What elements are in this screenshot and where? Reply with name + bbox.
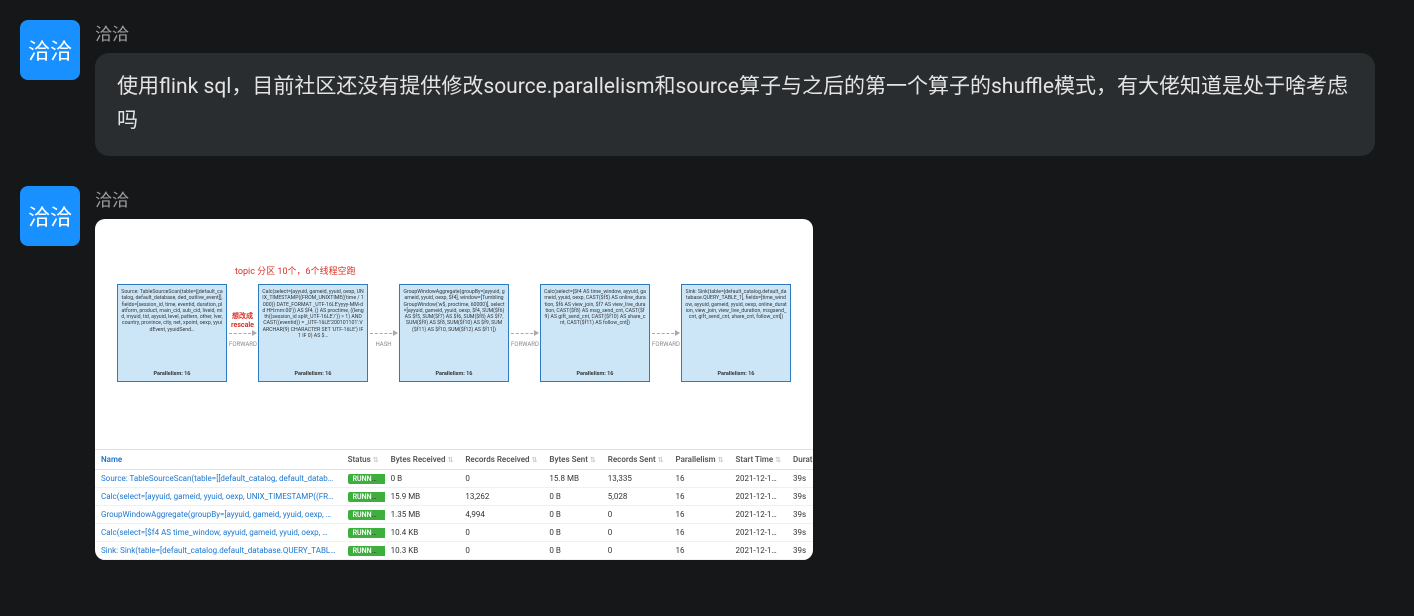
cell-bytes-received: 15.9 MB: [385, 488, 460, 506]
operator-table: Name Status⇅ Bytes Received⇅ Records Rec…: [95, 449, 813, 560]
status-badge: RUNNING: [348, 510, 385, 520]
cell-duration: 39s: [787, 524, 813, 542]
col-name[interactable]: Name: [95, 450, 342, 470]
table-row[interactable]: Sink: Sink(table=[default_catalog.defaul…: [95, 542, 813, 560]
cell-parallelism: 16: [670, 488, 730, 506]
cell-bytes-sent: 0 B: [543, 488, 601, 506]
username[interactable]: 洽洽: [95, 20, 1394, 45]
dag-annotation: topic 分区 10个，6个线程空跑: [235, 264, 356, 277]
status-badge: RUNNING: [348, 474, 385, 484]
dag-edge: FORWARD: [511, 333, 538, 334]
dag-node-source[interactable]: Source: TableSourceScan(table=[[default_…: [117, 284, 227, 382]
cell-parallelism: 16: [670, 542, 730, 560]
dag-edge: 想改成 rescale FORWARD: [229, 333, 256, 334]
col-bytes-received[interactable]: Bytes Received⇅: [385, 450, 460, 470]
cell-bytes-sent: 15.8 MB: [543, 470, 601, 488]
edge-type-label: HASH: [370, 341, 397, 348]
cell-duration: 39s: [787, 488, 813, 506]
cell-records-received: 0: [459, 524, 543, 542]
cell-records-sent: 0: [602, 542, 670, 560]
edge-type-label: FORWARD: [511, 341, 538, 348]
cell-bytes-sent: 0 B: [543, 542, 601, 560]
sort-icon[interactable]: ⇅: [718, 456, 724, 464]
image-attachment[interactable]: topic 分区 10个，6个线程空跑 Source: TableSourceS…: [95, 219, 813, 560]
cell-name[interactable]: Calc(select=[ayyuid, gameid, yyuid, oexp…: [95, 488, 342, 506]
table-row[interactable]: Calc(select=[$f4 AS time_window, ayyuid,…: [95, 524, 813, 542]
col-bytes-sent[interactable]: Bytes Sent⇅: [543, 450, 601, 470]
dag-node-sink[interactable]: Sink: Sink(table=[default_catalog.defaul…: [681, 284, 791, 382]
table-row[interactable]: Source: TableSourceScan(table=[[default_…: [95, 470, 813, 488]
cell-duration: 39s: [787, 470, 813, 488]
cell-start-time: 2021-12-15 16:11:06: [730, 524, 788, 542]
cell-status: RUNNING: [342, 524, 385, 542]
cell-records-sent: 5,028: [602, 488, 670, 506]
table-row[interactable]: Calc(select=[ayyuid, gameid, yyuid, oexp…: [95, 488, 813, 506]
username[interactable]: 洽洽: [95, 186, 1394, 211]
chat-message: 洽洽 洽洽 使用flink sql，目前社区还没有提供修改source.para…: [20, 20, 1394, 156]
cell-parallelism: 16: [670, 470, 730, 488]
cell-name[interactable]: Source: TableSourceScan(table=[[default_…: [95, 470, 342, 488]
cell-name[interactable]: GroupWindowAggregate(groupBy=[ayyuid, ga…: [95, 506, 342, 524]
dag-edge: HASH: [370, 333, 397, 334]
cell-name[interactable]: Calc(select=[$f4 AS time_window, ayyuid,…: [95, 524, 342, 542]
sort-icon[interactable]: ⇅: [447, 456, 453, 464]
cell-duration: 39s: [787, 506, 813, 524]
status-badge: RUNNING: [348, 492, 385, 502]
cell-bytes-sent: 0 B: [543, 524, 601, 542]
table-row[interactable]: GroupWindowAggregate(groupBy=[ayyuid, ga…: [95, 506, 813, 524]
cell-status: RUNNING: [342, 506, 385, 524]
status-badge: RUNNING: [348, 546, 385, 556]
cell-bytes-received: 10.4 KB: [385, 524, 460, 542]
cell-start-time: 2021-12-15 16:11:06: [730, 488, 788, 506]
cell-bytes-received: 10.3 KB: [385, 542, 460, 560]
cell-records-sent: 13,335: [602, 470, 670, 488]
cell-records-received: 0: [459, 542, 543, 560]
cell-records-sent: 0: [602, 506, 670, 524]
col-parallelism[interactable]: Parallelism⇅: [670, 450, 730, 470]
dag-edge: FORWARD: [652, 333, 679, 334]
cell-start-time: 2021-12-15 16:11:06: [730, 506, 788, 524]
cell-name[interactable]: Sink: Sink(table=[default_catalog.defaul…: [95, 542, 342, 560]
sort-icon[interactable]: ⇅: [775, 456, 781, 464]
sort-icon[interactable]: ⇅: [373, 456, 379, 464]
cell-records-received: 0: [459, 470, 543, 488]
cell-start-time: 2021-12-15 16:11:06: [730, 470, 788, 488]
cell-status: RUNNING: [342, 470, 385, 488]
col-duration[interactable]: Duration⇅: [787, 450, 813, 470]
dag-node-aggregate[interactable]: GroupWindowAggregate(groupBy=[ayyuid, ga…: [399, 284, 509, 382]
avatar[interactable]: 洽洽: [20, 20, 80, 80]
chat-message: 洽洽 洽洽 topic 分区 10个，6个线程空跑 Source: TableS…: [20, 186, 1394, 560]
cell-records-sent: 0: [602, 524, 670, 542]
cell-bytes-sent: 0 B: [543, 506, 601, 524]
cell-bytes-received: 1.35 MB: [385, 506, 460, 524]
edge-type-label: FORWARD: [652, 341, 679, 348]
col-status[interactable]: Status⇅: [342, 450, 385, 470]
cell-status: RUNNING: [342, 542, 385, 560]
dag-node-calc2[interactable]: Calc(select=[$f4 AS time_window, ayyuid,…: [540, 284, 650, 382]
cell-parallelism: 16: [670, 524, 730, 542]
cell-parallelism: 16: [670, 506, 730, 524]
status-badge: RUNNING: [348, 528, 385, 538]
cell-records-received: 13,262: [459, 488, 543, 506]
col-start-time[interactable]: Start Time⇅: [730, 450, 788, 470]
dag-diagram: topic 分区 10个，6个线程空跑 Source: TableSourceS…: [95, 219, 813, 449]
edge-rescale-label: 想改成 rescale: [229, 311, 256, 329]
sort-icon[interactable]: ⇅: [532, 456, 538, 464]
sort-icon[interactable]: ⇅: [658, 456, 664, 464]
cell-status: RUNNING: [342, 488, 385, 506]
avatar[interactable]: 洽洽: [20, 186, 80, 246]
cell-bytes-received: 0 B: [385, 470, 460, 488]
cell-duration: 39s: [787, 542, 813, 560]
col-records-received[interactable]: Records Received⇅: [459, 450, 543, 470]
cell-start-time: 2021-12-15 16:11:06: [730, 542, 788, 560]
dag-node-calc1[interactable]: Calc(select=[ayyuid, gameid, yyuid, oexp…: [258, 284, 368, 382]
sort-icon[interactable]: ⇅: [590, 456, 596, 464]
message-bubble: 使用flink sql，目前社区还没有提供修改source.parallelis…: [95, 53, 1375, 156]
cell-records-received: 4,994: [459, 506, 543, 524]
edge-type-label: FORWARD: [229, 341, 256, 348]
col-records-sent[interactable]: Records Sent⇅: [602, 450, 670, 470]
